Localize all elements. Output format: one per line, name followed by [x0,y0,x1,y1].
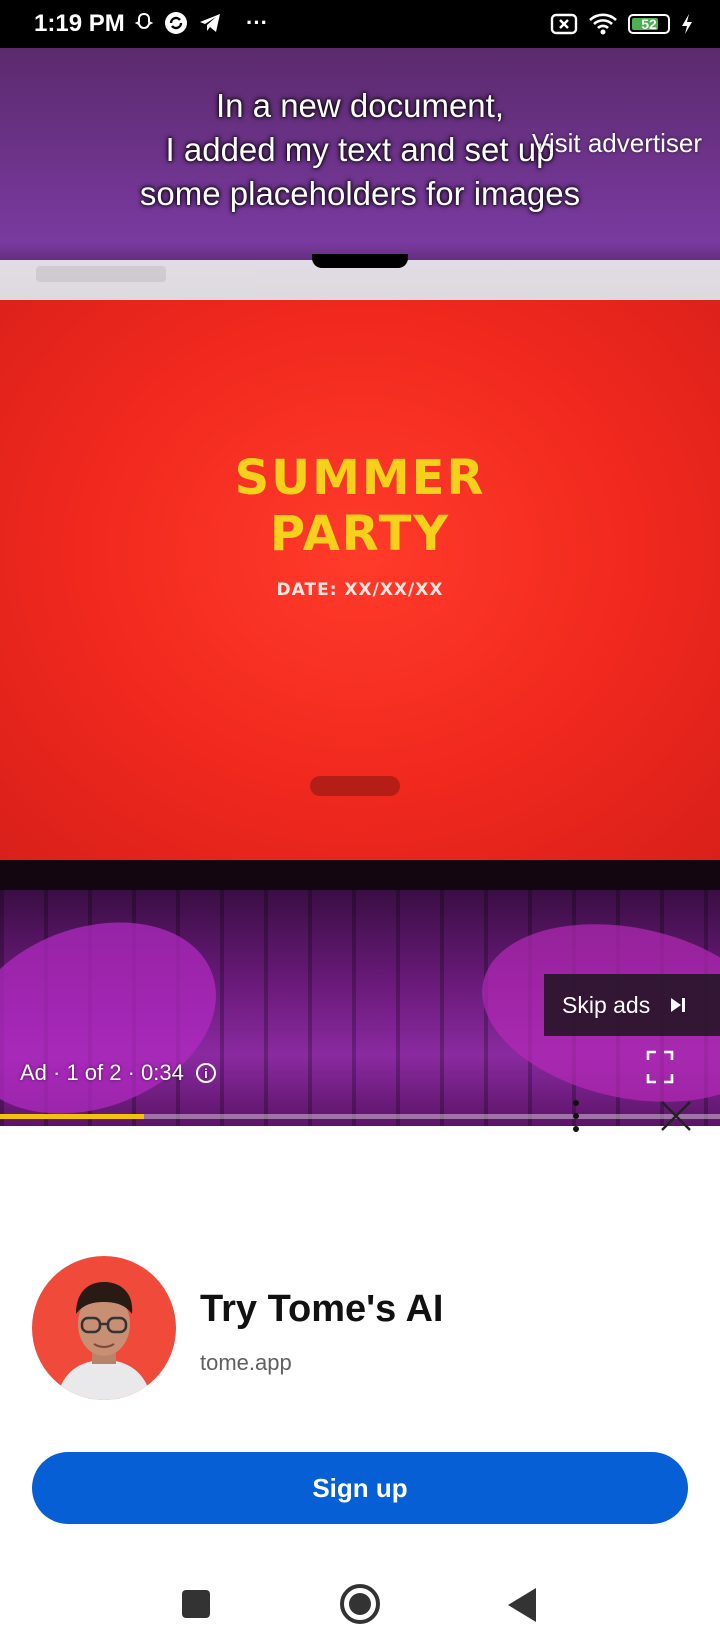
screen-date: DATE: XX/XX/XX [276,580,444,600]
more-icon: ··· [246,10,268,35]
ad-progress-bar[interactable] [0,1114,720,1119]
close-icon[interactable] [656,1096,696,1136]
status-icons-left: ··· [134,10,268,36]
caption-line-3: some placeholders for images [139,175,581,212]
back-button[interactable] [508,1588,536,1622]
status-time: 1:19 PM [34,10,125,37]
caption-line-1: In a new document, [215,87,504,124]
fullscreen-icon[interactable] [646,1050,674,1084]
screen-pill [310,776,400,796]
info-icon[interactable]: i [195,1063,216,1083]
ad-info: Ad · 1 of 2 · 0:34 i [20,1060,216,1086]
recents-button[interactable] [182,1590,210,1618]
screen-record-icon [550,13,578,35]
ad-info-label: Ad · 1 of 2 · 0:34 [20,1060,184,1085]
ad-title[interactable]: Try Tome's AI [200,1288,443,1331]
skip-ads-label: Skip ads [562,991,651,1018]
video-player[interactable]: SUMMER PARTY DATE: XX/XX/XX In a new doc… [0,48,720,1126]
skip-next-icon [668,995,688,1015]
charging-icon [682,14,692,34]
battery-level: 52 [641,16,657,32]
advertiser-avatar[interactable] [32,1256,176,1400]
home-icon [349,1593,371,1615]
status-bar: 1:19 PM ··· 52 [0,0,720,48]
home-button[interactable] [340,1584,380,1624]
laptop-browser-tab [36,266,166,282]
status-icons-right: 52 [550,12,694,36]
avatar-person-icon [56,1282,152,1400]
ad-progress-fill [0,1114,144,1119]
screen-title: SUMMER PARTY [0,450,720,562]
snapchat-icon [134,12,154,30]
visit-advertiser-link[interactable]: Visit advertiser [532,128,702,159]
laptop-bezel [0,860,720,890]
laptop-notch [312,254,408,268]
battery-icon: 52 [628,14,670,34]
ad-domain: tome.app [200,1350,292,1375]
more-options-icon[interactable] [562,1094,590,1138]
skip-ads-button[interactable]: Skip ads [544,974,720,1036]
telegram-icon [200,14,220,32]
sync-icon [165,12,187,34]
system-nav-bar [0,1560,720,1650]
sign-up-button[interactable]: Sign up [32,1452,688,1524]
screen-title-line-2: PARTY [269,506,451,562]
wifi-icon [589,13,617,35]
screen-title-line-1: SUMMER [234,450,486,506]
